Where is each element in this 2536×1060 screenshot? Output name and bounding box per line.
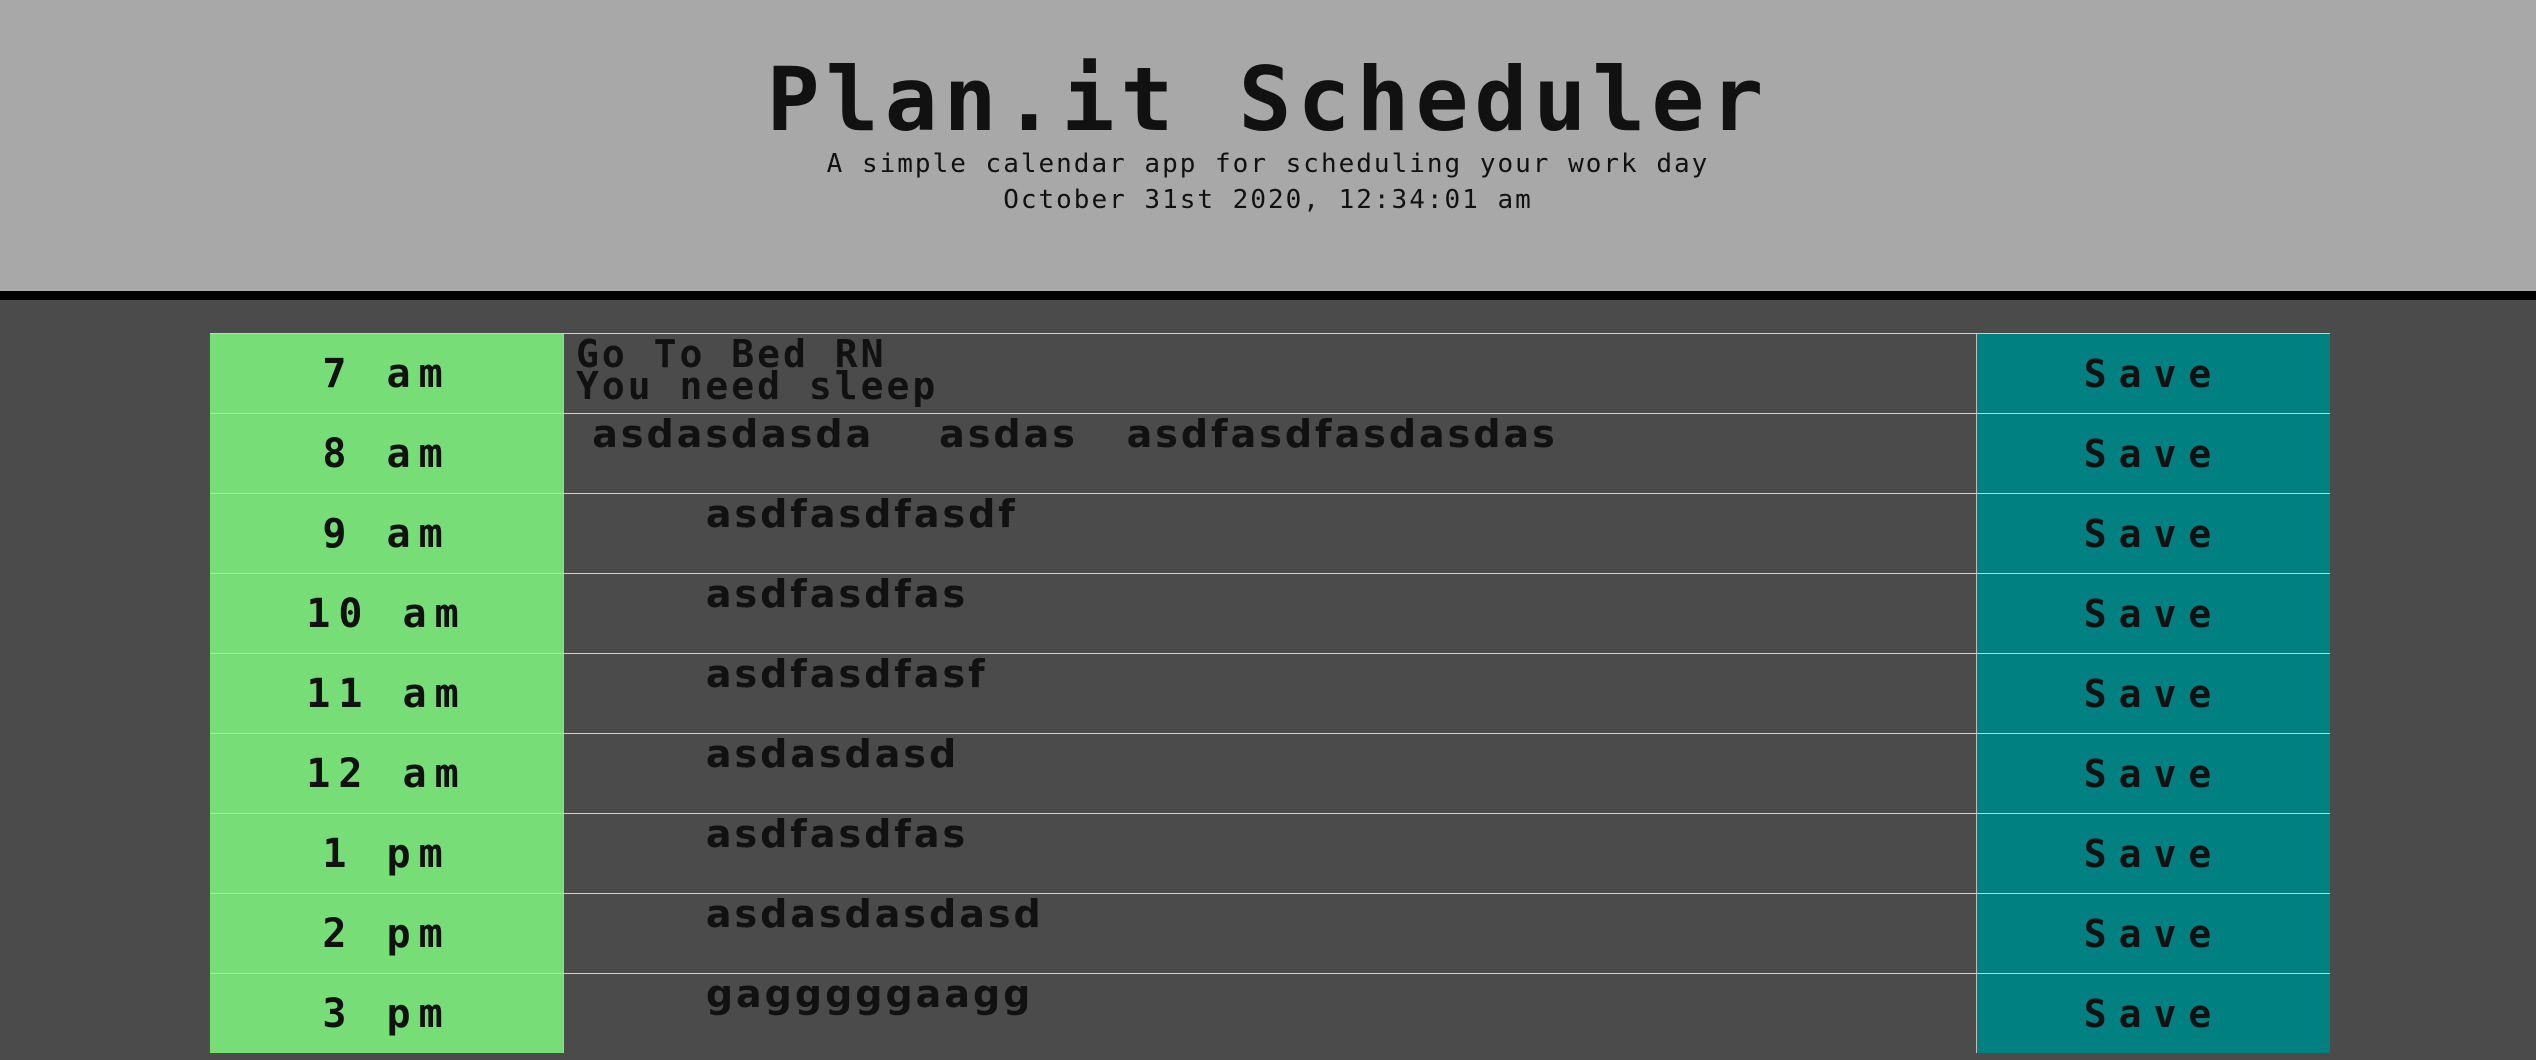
- time-block-row: 2 pm Save: [210, 893, 2330, 973]
- hour-label: 11 am: [210, 654, 563, 733]
- time-block-row: 10 am Save: [210, 573, 2330, 653]
- event-description-input[interactable]: [563, 814, 1977, 893]
- event-description-input[interactable]: [563, 334, 1977, 413]
- save-button[interactable]: Save: [1977, 574, 2330, 653]
- hour-label: 2 pm: [210, 894, 563, 973]
- time-block-row: 11 am Save: [210, 653, 2330, 733]
- save-button[interactable]: Save: [1977, 734, 2330, 813]
- hour-label: 10 am: [210, 574, 563, 653]
- current-datetime: October 31st 2020, 12:34:01 am: [1003, 185, 1533, 215]
- time-block-row: 9 am Save: [210, 493, 2330, 573]
- save-button[interactable]: Save: [1977, 814, 2330, 893]
- hour-label: 1 pm: [210, 814, 563, 893]
- time-block-row: 12 am Save: [210, 733, 2330, 813]
- event-description-input[interactable]: [563, 494, 1977, 573]
- hour-label: 8 am: [210, 414, 563, 493]
- event-description-input[interactable]: [563, 414, 1977, 493]
- event-description-input[interactable]: [563, 574, 1977, 653]
- hour-label: 9 am: [210, 494, 563, 573]
- save-button[interactable]: Save: [1977, 414, 2330, 493]
- save-button[interactable]: Save: [1977, 334, 2330, 413]
- event-description-input[interactable]: [563, 894, 1977, 973]
- time-block-row: 1 pm Save: [210, 813, 2330, 893]
- hour-label: 3 pm: [210, 974, 563, 1053]
- page-title: Plan.it Scheduler: [766, 48, 1770, 151]
- save-button[interactable]: Save: [1977, 974, 2330, 1053]
- event-description-input[interactable]: [563, 654, 1977, 733]
- time-block-row: 3 pm Save: [210, 973, 2330, 1053]
- header: Plan.it Scheduler A simple calendar app …: [0, 0, 2536, 300]
- page-subtitle: A simple calendar app for scheduling you…: [826, 149, 1710, 179]
- schedule-container: 7 am Save 8 am Save 9 am Save 10 am Save…: [210, 333, 2330, 1053]
- save-button[interactable]: Save: [1977, 894, 2330, 973]
- hour-label: 12 am: [210, 734, 563, 813]
- time-block-row: 7 am Save: [210, 333, 2330, 413]
- time-block-row: 8 am Save: [210, 413, 2330, 493]
- save-button[interactable]: Save: [1977, 494, 2330, 573]
- event-description-input[interactable]: [563, 974, 1977, 1053]
- hour-label: 7 am: [210, 334, 563, 413]
- event-description-input[interactable]: [563, 734, 1977, 813]
- save-button[interactable]: Save: [1977, 654, 2330, 733]
